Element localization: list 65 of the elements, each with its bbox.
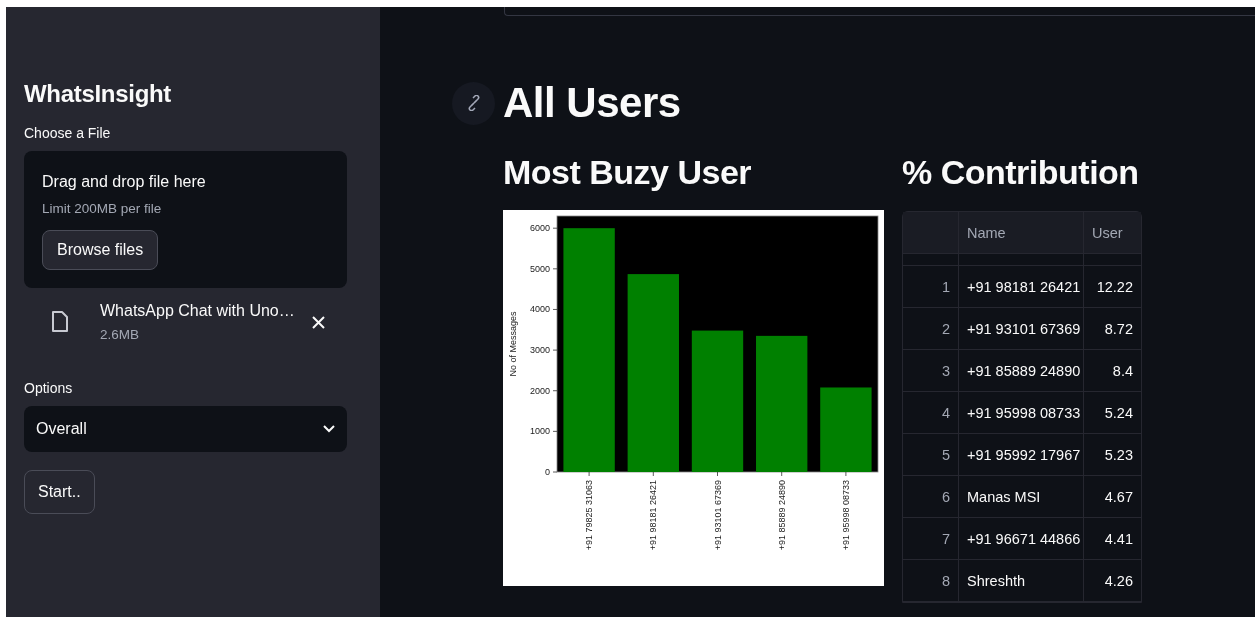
- table-cell-text: 8.72: [1103, 319, 1134, 339]
- section-title: Most Buzy User: [503, 153, 753, 192]
- x-tick: +91 85889 24890: [776, 471, 787, 551]
- y-tick: 5000: [529, 263, 558, 274]
- y-tick-label: 6000: [529, 223, 550, 234]
- file-dropzone[interactable]: Drag and drop file here Limit 200MB per file Browse files: [24, 151, 347, 288]
- column-header[interactable]: User: [1084, 212, 1141, 253]
- table-cell: +91 85889 24890: [959, 350, 1084, 391]
- x-tick: +91 95998 08733: [840, 471, 851, 551]
- chevron-down-icon: [323, 425, 335, 433]
- y-tick-label: 5000: [529, 263, 550, 274]
- close-icon[interactable]: [312, 315, 325, 329]
- row-index: 5: [903, 434, 959, 475]
- table-cell-text: 5.23: [1103, 445, 1134, 465]
- y-tick: 0: [545, 467, 558, 477]
- start-button[interactable]: Start..: [24, 470, 95, 514]
- x-tick: +91 79825 31063: [584, 471, 595, 551]
- y-tick: 6000: [529, 223, 558, 234]
- row-index: 8: [903, 560, 959, 601]
- table-cell: +91 98181 26421: [959, 266, 1084, 307]
- table-cell: +91 95992 17967: [959, 434, 1084, 475]
- file-name: WhatsApp Chat with Uno…: [100, 302, 296, 320]
- table-cell: +91 93101 67369: [959, 308, 1084, 349]
- x-tick: +91 98181 26421: [648, 471, 659, 551]
- browse-files-button[interactable]: Browse files: [42, 230, 159, 270]
- y-tick-label: 3000: [529, 345, 550, 356]
- y-tick-label: 4000: [529, 304, 550, 315]
- y-tick: 4000: [529, 304, 558, 315]
- y-tick: 2000: [529, 385, 558, 396]
- row-index: 6: [903, 476, 959, 517]
- table-cell: +91 96671 44866: [959, 518, 1084, 559]
- row-index: 7: [903, 518, 959, 559]
- row-index: 1: [903, 266, 959, 307]
- file-size: 2.6MB: [100, 327, 141, 342]
- field-label: Choose a File: [24, 125, 112, 141]
- y-tick-label: 1000: [529, 426, 550, 437]
- table-cell-text: 4.26: [1103, 571, 1134, 591]
- page-title: All Users: [503, 79, 681, 127]
- options-select[interactable]: Overall: [24, 406, 347, 452]
- table-cell-text: 5.24: [1103, 403, 1134, 423]
- column-header[interactable]: Name: [959, 212, 1084, 253]
- table-cell-text: 12.22: [1095, 277, 1134, 297]
- link-icon: [465, 95, 482, 111]
- anchor-link-button[interactable]: [452, 81, 495, 125]
- row-index: 2: [903, 308, 959, 349]
- row-index: 4: [903, 392, 959, 433]
- x-tick: +91 93101 67369: [712, 471, 723, 551]
- table-cell-text: 4.41: [1103, 529, 1134, 549]
- dropzone-text: Drag and drop file here: [42, 173, 206, 191]
- size-limit-text: Limit 200MB per file: [42, 201, 162, 216]
- field-label: Options: [24, 380, 74, 396]
- y-tick: 3000: [529, 345, 558, 356]
- file-icon: [52, 311, 68, 333]
- y-tick-label: 0: [544, 467, 550, 477]
- row-index: 3: [903, 350, 959, 391]
- table-cell-text: 8.4: [1111, 361, 1134, 381]
- app-title: WhatsInsight: [24, 80, 173, 108]
- table-cell: Shreshth: [959, 560, 1084, 601]
- y-tick-label: 2000: [529, 385, 550, 396]
- y-tick: 1000: [529, 426, 558, 437]
- table-cell: +91 95998 08733: [959, 392, 1084, 433]
- y-axis-label: No of Messages: [508, 311, 518, 377]
- section-title: % Contribution: [902, 153, 1140, 192]
- table-cell: Manas MSI: [959, 476, 1084, 517]
- table-cell-text: 4.67: [1103, 487, 1134, 507]
